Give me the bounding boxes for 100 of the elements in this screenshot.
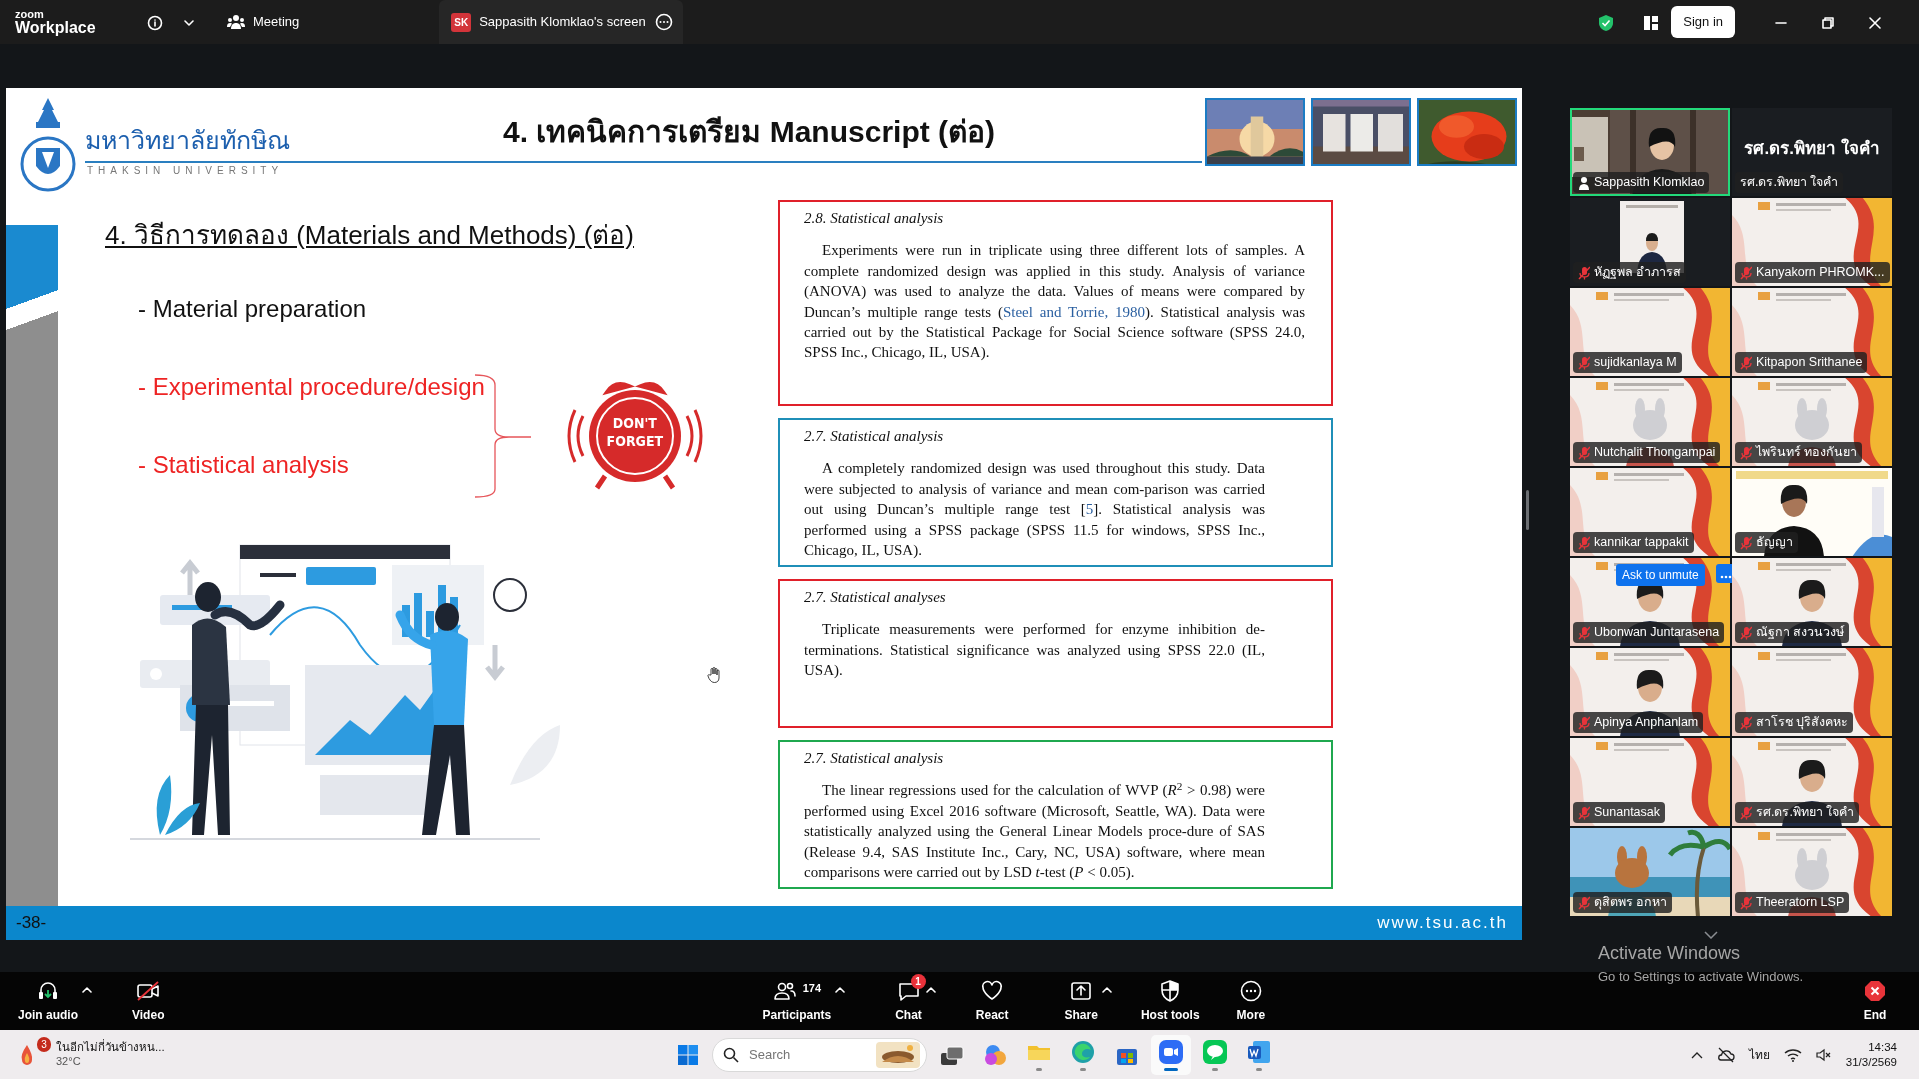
windows-logo-icon: [677, 1043, 699, 1066]
participant-name: ธัญญา: [1756, 534, 1793, 552]
toolbar-button[interactable]: Video: [132, 978, 165, 1024]
participant-name: หัฏฐพล อำภารส: [1594, 264, 1682, 282]
participant-name: ไพรินทร์ ทองกันยา: [1756, 444, 1858, 462]
participant-name: Kitpapon Srithanee: [1756, 354, 1863, 372]
close-icon[interactable]: [1869, 16, 1881, 29]
search-icon: [723, 1046, 739, 1063]
caret-up-icon[interactable]: [925, 986, 936, 995]
university-name-english: THAKSIN UNIVERSITY: [87, 164, 285, 178]
meeting-label[interactable]: Meeting: [253, 12, 300, 32]
clock-time[interactable]: 14:34: [1845, 1039, 1897, 1055]
caret-up-icon[interactable]: [1101, 986, 1112, 995]
toolbar-button[interactable]: Share: [1064, 978, 1098, 1024]
participant-name: รศ.ดร.พิทยา ใจคำ: [1740, 174, 1839, 192]
search-field[interactable]: Search: [747, 1043, 857, 1066]
excerpt-paragraph: The linear regressions used for the calculation of WVP (R$^{2}$ > 0.98) were performed using Excel 2016 software (Microsoft, Seattle, WA). Data were statistically analyzed using the General Linear Models proce-dure of SAS (Release 9.4, SAS Institute Inc., Cary, NC, USA) software, where mean comparisons were carried out by LSD t-test (P < 0.05).: [804, 780, 1265, 882]
participant-name: kannikar tappakit: [1594, 534, 1689, 552]
layout-icon[interactable]: [1643, 14, 1660, 31]
temperature-text: 32°C: [56, 1054, 82, 1069]
splitter-handle[interactable]: [1526, 490, 1529, 530]
logo-text: Workplace: [15, 19, 97, 36]
excerpt-heading: 2.8. Statistical analysis: [804, 209, 945, 228]
video-tile[interactable]: Nutchalit Thongampai: [1570, 378, 1730, 466]
citation-link[interactable]: 5: [1085, 501, 1094, 518]
section-heading: 4. วิธีการทดลอง (Materials and Methods) (ต่อ): [105, 219, 634, 252]
toolbar-button[interactable]: 174 Participants: [762, 978, 832, 1024]
video-tile[interactable]: Kanyakorn PHROMK...: [1732, 198, 1892, 286]
initials-badge: SK: [451, 12, 472, 32]
toolbar-button[interactable]: Host tools: [1140, 978, 1200, 1024]
participant-name: รศ.ดร.พิทยา ใจคำ: [1756, 804, 1855, 822]
video-tile[interactable]: Sappasith Klomklao: [1570, 108, 1730, 196]
language-indicator[interactable]: ไทย: [1748, 1045, 1770, 1064]
shield-icon[interactable]: [1598, 13, 1615, 32]
ask-to-unmute-button[interactable]: Ask to unmute: [1616, 564, 1705, 586]
notification-badge: 3: [37, 1036, 51, 1052]
taskbar-app[interactable]: [1151, 1034, 1191, 1075]
participant-count: 174: [802, 980, 821, 996]
video-tile[interactable]: Theeratorn LSP: [1732, 828, 1892, 916]
toolbar-button[interactable]: Join audio: [18, 978, 78, 1024]
video-tile[interactable]: sujidkanlaya M: [1570, 288, 1730, 376]
participant-name: รศ.ดร.พิทยา ใจคำ: [1743, 137, 1881, 160]
sign-in-button[interactable]: Sign in: [1671, 6, 1735, 38]
video-tile[interactable]: รศ.ดร.พิทยา ใจคำ: [1732, 738, 1892, 826]
activation-message: Go to Settings to activate Windows.: [1598, 968, 1804, 986]
video-off-icon: [136, 978, 161, 1003]
video-tile[interactable]: ธัญญา: [1732, 468, 1892, 556]
more-icon: [1238, 978, 1263, 1003]
toolbar-button[interactable]: React: [975, 978, 1009, 1024]
university-name: มหาวิทยาลัยทักษิณ: [85, 124, 291, 157]
screen-share-tab[interactable]: SK Sappasith Klomklao's screen: [439, 0, 684, 44]
clock-date[interactable]: 31/3/2569: [1845, 1054, 1897, 1070]
excerpt-paragraph: A completely randomized design was used throughout this study. Data were subjected to analysis of variance and mean com-parison was carried out using Duncan’s multiple range test [5]. Statistical analysis was performed using a SPSS package (SPSS 11.5 for windows, SPSS Inc., Chicago, IL, USA).: [804, 459, 1265, 560]
participant-name: ณัฐกา สงวนวงษ์: [1756, 624, 1845, 642]
excerpt-paragraph: Triplicate measurements were performed for enzyme inhibition de-terminations. Statistical significance was analyzed using SPSS 22.0 (IL, USA).: [804, 620, 1265, 681]
citation-link[interactable]: Steel and Torrie, 1980: [1002, 303, 1145, 320]
notification-badge: 1: [910, 973, 926, 989]
bullet-text: - Statistical analysis: [138, 450, 349, 480]
video-tile[interactable]: Ask to unmute Ubonwan Juntarasena: [1570, 558, 1730, 646]
heart-icon: [980, 978, 1005, 1003]
person-icon: [1578, 175, 1590, 190]
participant-name: Kanyakorn PHROMK...: [1756, 264, 1885, 282]
video-tile[interactable]: ไพรินทร์ ทองกันยา: [1732, 378, 1892, 466]
chat-app-icon: [1201, 1038, 1229, 1066]
participant-name: Sunantasak: [1594, 804, 1661, 822]
tab-label: Sappasith Klomklao's screen: [479, 13, 647, 32]
excerpt-heading: 2.7. Statistical analyses: [804, 588, 947, 607]
end-button[interactable]: End: [1863, 978, 1887, 1024]
video-app-icon: [1157, 1038, 1185, 1066]
participant-name: ดุสิตพร อกหา: [1594, 894, 1668, 912]
video-tile[interactable]: รศ.ดร.พิทยา ใจคำ รศ.ดร.พิทยา ใจคำ: [1732, 108, 1892, 196]
participant-name: sujidkanlaya M: [1594, 354, 1677, 372]
video-tile[interactable]: สาโรช ปุริสังคหะ: [1732, 648, 1892, 736]
participant-name: สาโรช ปุริสังคหะ: [1756, 714, 1849, 732]
volume-muted-icon[interactable]: [1815, 1047, 1832, 1062]
video-tile[interactable]: Kitpapon Srithanee: [1732, 288, 1892, 376]
scroll-down-icon[interactable]: [1703, 930, 1718, 939]
browser-icon: [1069, 1038, 1097, 1066]
video-tile[interactable]: Sunantasak: [1570, 738, 1730, 826]
video-tile[interactable]: Apinya Anphanlam: [1570, 648, 1730, 736]
excerpt-heading: 2.7. Statistical analysis: [804, 427, 945, 446]
restore-icon[interactable]: [1822, 16, 1834, 29]
participant-name: Sappasith Klomklao: [1594, 174, 1705, 192]
caret-up-icon[interactable]: [82, 986, 92, 995]
wifi-icon[interactable]: [1783, 1047, 1802, 1062]
info-icon[interactable]: [147, 14, 163, 31]
participant-name: Ubonwan Juntarasena: [1594, 624, 1720, 642]
toolbar-button[interactable]: More: [1236, 978, 1266, 1024]
search-bar[interactable]: Search: [712, 1037, 927, 1072]
caret-up-icon[interactable]: [835, 986, 846, 995]
more-icon[interactable]: [655, 13, 674, 31]
video-tile[interactable]: ณัฐกา สงวนวงษ์: [1732, 558, 1892, 646]
website-url: www.tsu.ac.th: [1377, 912, 1508, 935]
chevron-up-icon[interactable]: [1690, 1050, 1703, 1059]
excerpt-heading: 2.7. Statistical analysis: [804, 749, 945, 768]
slide-title: 4. เทคนิคการเตรียม Manuscript (ต่อ): [503, 114, 996, 150]
video-tile[interactable]: kannikar tappakit: [1570, 468, 1730, 556]
cloud-off-icon[interactable]: [1716, 1046, 1735, 1063]
ellipsis-icon: [1720, 574, 1732, 579]
video-tile[interactable]: ดุสิตพร อกหา: [1570, 828, 1730, 916]
